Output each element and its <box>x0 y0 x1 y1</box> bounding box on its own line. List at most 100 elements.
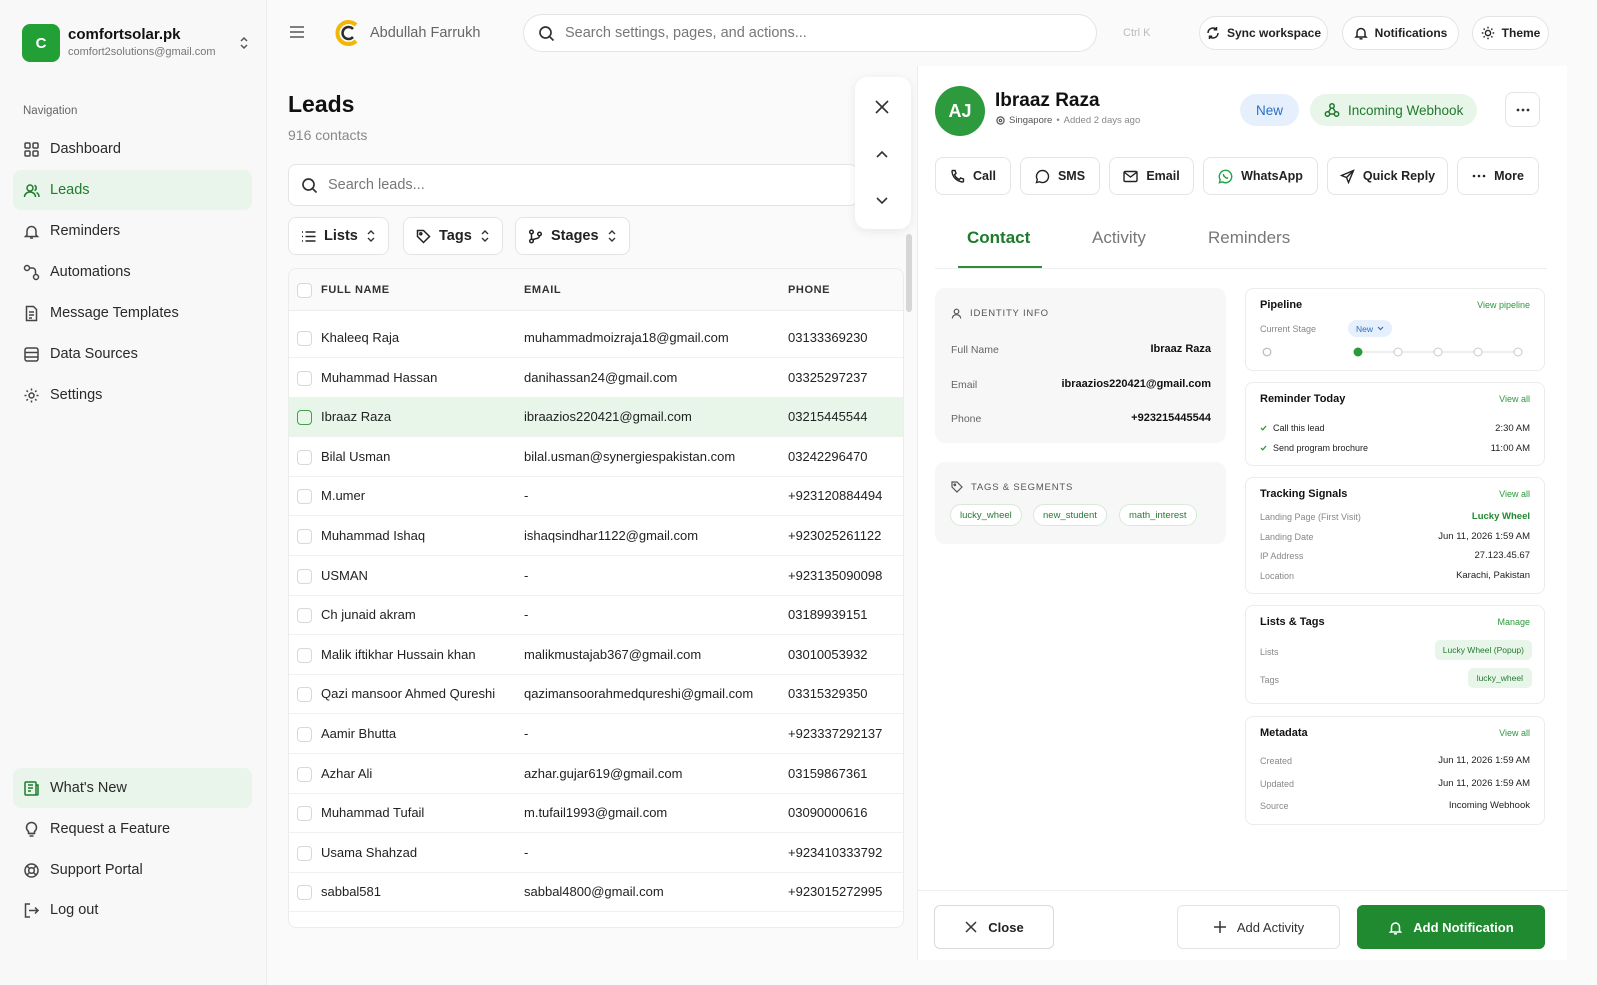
sidebar-item-reminders[interactable]: Reminders <box>13 211 252 251</box>
row-checkbox[interactable] <box>297 410 312 426</box>
table-row[interactable]: Khaleeq Raja muhammadmoizraja18@gmail.com… <box>289 318 903 358</box>
sidebar-item-automations[interactable]: Automations <box>13 252 252 292</box>
column-full-name[interactable]: FULL NAME <box>321 284 390 296</box>
cell-email: m.tufail1993@gmail.com <box>524 805 668 821</box>
call-button[interactable]: Call <box>935 157 1011 195</box>
table-row[interactable]: Azhar Ali azhar.gujar619@gmail.com 0315986… <box>289 754 903 794</box>
sms-button[interactable]: SMS <box>1020 157 1100 195</box>
close-button[interactable]: Close <box>934 905 1054 949</box>
column-phone[interactable]: PHONE <box>788 284 830 296</box>
pipeline-step[interactable] <box>1473 347 1483 357</box>
select-all-checkbox[interactable] <box>297 283 312 298</box>
table-row[interactable]: Ch junaid akram - 03189939151 <box>289 595 903 636</box>
leads-search[interactable] <box>288 164 858 206</box>
row-checkbox[interactable] <box>297 568 312 584</box>
tab-reminders[interactable]: Reminders <box>1208 228 1290 248</box>
sidebar-item-logout[interactable]: Log out <box>13 890 252 930</box>
table-row[interactable]: Malik iftikhar Hussain khan malikmustajab… <box>289 635 903 675</box>
sidebar-item-data-sources[interactable]: Data Sources <box>13 334 252 374</box>
table-row[interactable]: Aamir Bhutta - +923337292137 <box>289 714 903 754</box>
leads-search-input[interactable] <box>328 177 728 193</box>
cell-full-name: USMAN <box>321 567 368 583</box>
pipeline-step[interactable] <box>1393 347 1403 357</box>
row-checkbox[interactable] <box>297 608 312 624</box>
table-row[interactable]: M.umer - +923120884494 <box>289 476 903 517</box>
sync-workspace-button[interactable]: Sync workspace <box>1199 16 1328 50</box>
menu-icon[interactable] <box>289 25 305 39</box>
column-email[interactable]: EMAIL <box>524 284 561 296</box>
stages-filter-button[interactable]: Stages <box>515 217 630 255</box>
sidebar-item-request-feature[interactable]: Request a Feature <box>13 809 252 849</box>
table-scrollbar[interactable] <box>906 234 912 312</box>
more-options-button[interactable] <box>1505 92 1540 127</box>
row-checkbox[interactable] <box>297 885 312 901</box>
tag-chip[interactable]: lucky_wheel <box>950 504 1022 526</box>
table-row[interactable]: Bilal Usman bilal.usman@synergiespakistan… <box>289 437 903 477</box>
row-checkbox[interactable] <box>297 647 312 663</box>
cell-email: - <box>524 488 529 504</box>
table-row[interactable]: Muhammad Hassan danihassan24@gmail.com 033… <box>289 358 903 398</box>
sidebar-item-message-templates[interactable]: Message Templates <box>13 293 252 333</box>
sidebar-item-dashboard[interactable]: Dashboard <box>13 129 252 169</box>
row-checkbox[interactable] <box>297 449 312 465</box>
table-row[interactable]: Usama Shahzad - +923410333792 <box>289 833 903 873</box>
gear-icon <box>23 387 40 404</box>
row-checkbox[interactable] <box>297 529 312 544</box>
sidebar-item-whats-new[interactable]: What's New <box>13 768 252 808</box>
sun-icon <box>1481 26 1495 40</box>
row-checkbox[interactable] <box>297 489 312 505</box>
tag-chip[interactable]: new_student <box>1033 504 1107 526</box>
tag-chip[interactable]: lucky_wheel <box>1467 668 1532 688</box>
pipeline-step[interactable] <box>1513 347 1523 357</box>
tab-activity[interactable]: Activity <box>1092 228 1146 248</box>
sidebar-item-settings[interactable]: Settings <box>13 375 252 415</box>
manage-link[interactable]: Manage <box>1497 617 1530 627</box>
pipeline-step[interactable] <box>1353 347 1363 357</box>
chevron-up-icon[interactable] <box>872 144 892 164</box>
theme-button[interactable]: Theme <box>1472 16 1549 50</box>
notifications-button[interactable]: Notifications <box>1342 16 1459 50</box>
row-checkbox[interactable] <box>297 845 312 861</box>
table-row[interactable]: Muhammad Ishaq ishaqsindhar1122@gmail.com… <box>289 516 903 556</box>
email-value: ibraazios220421@gmail.com <box>1061 378 1211 390</box>
view-pipeline-link[interactable]: View pipeline <box>1477 300 1530 310</box>
close-icon[interactable] <box>872 97 892 117</box>
global-search-input[interactable] <box>565 25 985 41</box>
table-row[interactable]: USMAN - +923135090098 <box>289 556 903 596</box>
row-checkbox[interactable] <box>297 806 312 822</box>
lists-filter-button[interactable]: Lists <box>288 217 389 255</box>
reminder-view-all-link[interactable]: View all <box>1499 394 1530 404</box>
org-switcher[interactable]: C comfortsolar.pk comfort2solutions@gmai… <box>22 24 262 64</box>
row-checkbox[interactable] <box>297 766 312 782</box>
sidebar-item-leads[interactable]: Leads <box>13 170 252 210</box>
reminder-item[interactable]: Call this lead <box>1260 423 1325 433</box>
global-search[interactable] <box>523 14 1097 52</box>
tab-contact[interactable]: Contact <box>967 228 1030 248</box>
sidebar-item-support-portal[interactable]: Support Portal <box>13 850 252 890</box>
row-checkbox[interactable] <box>297 331 312 346</box>
metadata-view-all-link[interactable]: View all <box>1499 728 1530 738</box>
tag-chip[interactable]: math_interest <box>1119 504 1197 526</box>
whatsapp-button[interactable]: WhatsApp <box>1203 157 1318 195</box>
chevron-down-icon[interactable] <box>872 190 892 210</box>
table-row[interactable]: Muhammad Tufail m.tufail1993@gmail.com 030… <box>289 793 903 834</box>
reminder-item[interactable]: Send program brochure <box>1260 443 1368 453</box>
pipeline-step[interactable] <box>1433 347 1443 357</box>
row-checkbox[interactable] <box>297 370 312 386</box>
sidebar-item-label: Dashboard <box>50 141 121 157</box>
row-checkbox[interactable] <box>297 687 312 703</box>
table-row[interactable]: sabbal581 sabbal4800@gmail.com +9230152729… <box>289 872 903 913</box>
active-tab-indicator <box>958 266 1042 268</box>
more-actions-button[interactable]: More <box>1457 157 1539 195</box>
tags-filter-button[interactable]: Tags <box>403 217 503 255</box>
table-row[interactable]: Ibraaz Raza ibraazios220421@gmail.com 0321… <box>289 397 903 438</box>
add-activity-button[interactable]: Add Activity <box>1177 905 1340 949</box>
stage-select[interactable]: New <box>1348 320 1393 337</box>
add-notification-button[interactable]: Add Notification <box>1357 905 1545 949</box>
row-checkbox[interactable] <box>297 727 312 742</box>
quick-reply-button[interactable]: Quick Reply <box>1327 157 1448 195</box>
tracking-view-all-link[interactable]: View all <box>1499 489 1530 499</box>
table-row[interactable]: Qazi mansoor Ahmed Qureshi qazimansoorahm… <box>289 674 903 715</box>
email-button[interactable]: Email <box>1109 157 1194 195</box>
list-chip[interactable]: Lucky Wheel (Popup) <box>1434 640 1532 660</box>
